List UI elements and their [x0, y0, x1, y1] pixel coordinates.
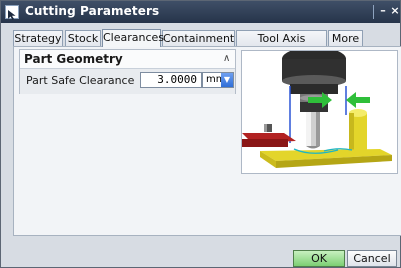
- title-separator: [373, 5, 374, 19]
- tab-containment[interactable]: Containment: [162, 30, 235, 46]
- tab-strategy[interactable]: Strategy: [13, 30, 63, 46]
- group-body: Part Safe Clearance 3.0000 mm ▼: [20, 68, 235, 94]
- part-geometry-group: Part Geometry ∧ Part Safe Clearance 3.00…: [19, 49, 236, 94]
- part-safe-clearance-input[interactable]: 3.0000: [140, 72, 202, 88]
- window-title: Cutting Parameters: [25, 4, 160, 18]
- unit-select[interactable]: mm ▼: [202, 72, 234, 88]
- title-bar[interactable]: Cutting Parameters – ×: [1, 1, 400, 23]
- dropdown-arrow-icon[interactable]: ▼: [221, 73, 233, 87]
- cutting-parameters-dialog: Cutting Parameters – × Strategy Stock Cl…: [0, 0, 401, 268]
- minimize-button[interactable]: –: [377, 5, 389, 17]
- group-title: Part Geometry: [24, 52, 123, 66]
- chevron-up-icon[interactable]: ∧: [223, 53, 230, 64]
- cancel-button[interactable]: Cancel: [347, 250, 397, 267]
- close-button[interactable]: ×: [389, 5, 401, 17]
- tab-clearances[interactable]: Clearances: [102, 29, 164, 47]
- clearance-illustration: [241, 50, 398, 174]
- tab-more[interactable]: More: [328, 30, 363, 46]
- tab-tool-axis-control[interactable]: Tool Axis Control: [236, 30, 327, 60]
- ok-button[interactable]: OK: [293, 250, 345, 267]
- cursor-icon: [5, 5, 19, 20]
- part-safe-clearance-label: Part Safe Clearance: [26, 74, 135, 87]
- dialog-footer: OK Cancel: [1, 240, 400, 268]
- tab-stock[interactable]: Stock: [65, 30, 101, 46]
